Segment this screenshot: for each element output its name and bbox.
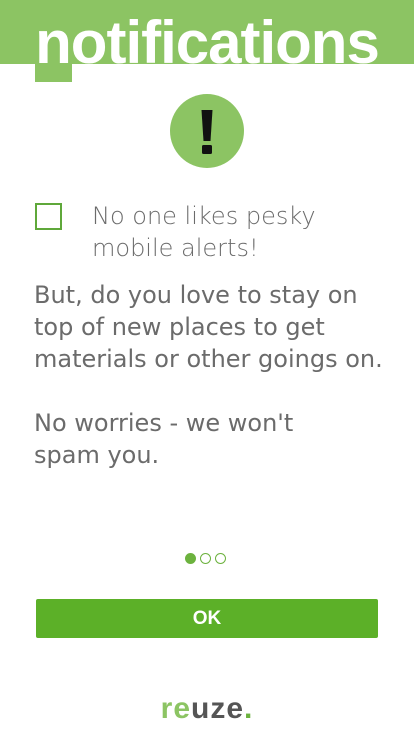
page-title: notifications	[35, 9, 380, 76]
notifications-screen: notifications No one likes pesky mobile …	[0, 0, 414, 736]
body-paragraph-2: No worries - we won't spam you.	[34, 409, 294, 469]
body-paragraph-1: But, do you love to stay on top of new p…	[34, 281, 383, 373]
page-dot-3[interactable]	[215, 553, 226, 564]
notifications-optin-checkbox[interactable]	[35, 203, 62, 230]
optin-checkbox-label: No one likes pesky mobile alerts!	[92, 202, 316, 262]
page-dot-2[interactable]	[200, 553, 211, 564]
page-indicator	[185, 553, 226, 566]
ok-button[interactable]: OK	[36, 599, 378, 638]
page-dot-1[interactable]	[185, 553, 196, 564]
reuze-logo: reuze.	[160, 692, 254, 725]
exclamation-icon	[170, 94, 244, 168]
